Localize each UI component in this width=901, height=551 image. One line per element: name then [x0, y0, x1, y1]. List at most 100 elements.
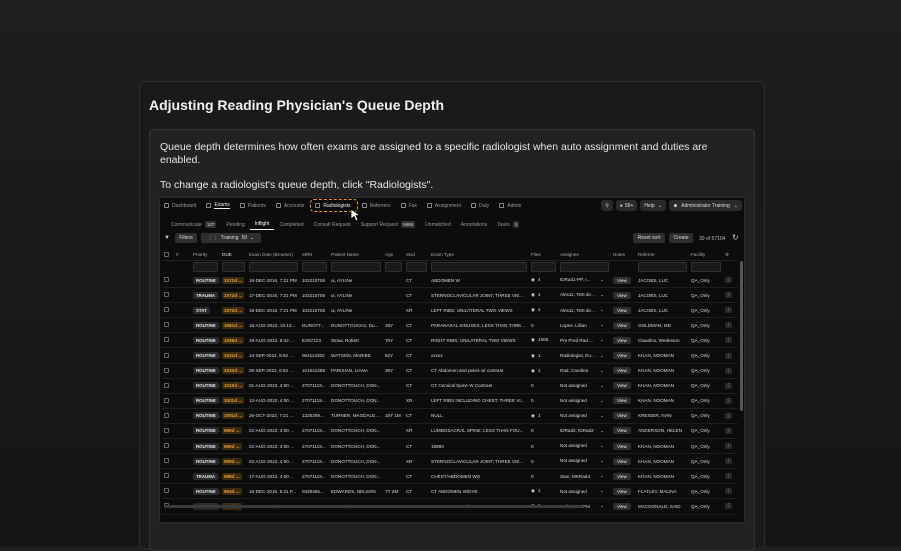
table-row[interactable]: ROUTINE 994d ... 16-DEC-2016, 8:21 P... 032… [162, 483, 738, 500]
eye-icon[interactable]: ◉ [531, 292, 535, 297]
assignee-cell[interactable]: Lopes, Lillian ⌄ [558, 317, 611, 334]
reset-sort-button[interactable]: Reset sort [633, 233, 665, 243]
assignee-cell[interactable]: Not assigned ⌄ [558, 393, 611, 409]
eye-icon[interactable]: ◉ [531, 307, 535, 312]
more-icon[interactable]: ⋮ [725, 292, 732, 299]
create-button[interactable]: Create [669, 233, 693, 243]
assignee-cell[interactable]: Radiologist, Eu... ⌄ [558, 347, 611, 364]
table-row[interactable]: ROUTINE 1055d ... 18-AUG-2022, 8:42 ... E3S… [162, 332, 738, 349]
help-button[interactable]: Help ⌄ [640, 200, 666, 211]
row-checkbox[interactable] [164, 412, 169, 418]
assignee-cell[interactable]: Not assigned ⌄ [558, 378, 611, 394]
view-button[interactable]: View [613, 487, 631, 495]
user-menu[interactable]: ☻ Administrator Training ⌄ [668, 200, 742, 211]
table-row[interactable]: TRAUMA 998d ... 17-AUG-2022, 4:00 ... 27071… [162, 468, 738, 485]
due-filter[interactable] [220, 261, 247, 274]
table-row[interactable]: STAT 1072d ... 18-DEC-2016, 7:21 PM 1022107… [162, 302, 738, 319]
tab-completed[interactable]: Completed [274, 220, 308, 230]
facility-filter[interactable] [689, 261, 723, 274]
more-icon[interactable]: ⋮ [725, 443, 732, 450]
assignee-cell[interactable]: Not assigned ⌄ [558, 483, 611, 500]
tab-inflight[interactable]: Inflight [249, 219, 275, 230]
search-button[interactable]: ⚲ [601, 200, 613, 211]
col-mod[interactable]: Mod [404, 249, 429, 261]
assignee-cell[interactable]: IDRad2, IDRad2 ⌄ [558, 423, 611, 440]
refresh-icon[interactable]: ↻ [732, 233, 739, 242]
vertical-scrollbar[interactable] [740, 261, 743, 411]
assignee-cell[interactable]: Rad, Carolina ⌄ [558, 363, 611, 379]
assignee-cell[interactable]: Not assigned ⌄ [558, 438, 611, 455]
more-icon[interactable]: ⋮ [725, 503, 732, 510]
view-button[interactable]: View [613, 397, 631, 405]
col-due[interactable]: DUE [220, 249, 247, 261]
table-row[interactable]: TRAUMA 1072d ... 17-DEC-2016, 7:21 PM 10221… [162, 287, 738, 304]
referrer-filter[interactable] [636, 261, 689, 274]
eye-icon[interactable]: ◉ [531, 368, 535, 373]
row-checkbox[interactable] [164, 277, 169, 283]
col-patient-name[interactable]: Patient Name [329, 249, 383, 261]
col-assignee[interactable]: Assignee [558, 249, 611, 261]
preset-dropdown[interactable]: ⋮⋮ Training 50 ⌄ [201, 233, 261, 243]
view-button[interactable]: View [613, 472, 631, 480]
table-row[interactable]: ROUTINE 1001d ... 26-OCT-2022, 7:21 ... 122… [162, 408, 738, 424]
assignee-cell[interactable]: Pre Prod Rad ... ⌄ [558, 332, 611, 349]
assignee-filter[interactable] [558, 261, 611, 274]
more-icon[interactable]: ⋮ [725, 352, 732, 359]
filter-clear-icon[interactable]: ▼ [164, 235, 170, 241]
priority-filter[interactable] [191, 261, 220, 274]
col-priority[interactable]: Priority [191, 249, 220, 261]
view-button[interactable]: View [613, 367, 631, 375]
select-all-checkbox[interactable] [162, 249, 174, 261]
row-checkbox[interactable] [164, 488, 169, 494]
row-checkbox[interactable] [164, 292, 169, 298]
table-row[interactable]: ROUTINE 1032d ... 28-SEP-2022, 6:52 ... 101… [162, 363, 738, 379]
more-icon[interactable]: ⋮ [725, 382, 732, 389]
more-icon[interactable]: ⋮ [725, 307, 732, 314]
age-filter[interactable] [383, 261, 404, 274]
more-icon[interactable]: ⋮ [725, 488, 732, 495]
table-row[interactable]: ROUTINE 1010d ... 01-AUG-2022, 4:00 ... 270… [162, 378, 738, 394]
table-row[interactable]: ROUTINE 1041d ... 14-SEP-2022, 8:52 ... 064… [162, 347, 738, 364]
nav-referrers[interactable]: Referrers [358, 198, 397, 213]
more-icon[interactable]: ⋮ [725, 367, 732, 374]
more-icon[interactable]: ⋮ [725, 397, 732, 404]
row-checkbox[interactable] [164, 443, 169, 449]
mrn-filter[interactable] [300, 261, 329, 274]
tab-annotations[interactable]: Annotations [456, 220, 492, 230]
nav-assignment[interactable]: Assignment [423, 198, 467, 213]
view-button[interactable]: View [613, 427, 631, 435]
eye-icon[interactable]: ◉ [531, 413, 535, 418]
assignee-cell[interactable]: Not assigned ⌄ [558, 453, 611, 470]
table-row[interactable]: ROUTINE 999d ... 22-AUG-2022, 4:00 ... 2707… [162, 423, 738, 440]
nav-admin[interactable]: Admin [495, 198, 527, 213]
eye-icon[interactable]: ◉ [531, 353, 535, 358]
eye-icon[interactable]: ◉ [531, 488, 535, 493]
assignee-cell[interactable]: Stan, MKRad3 ⌄ [558, 468, 611, 485]
nav-accounts[interactable]: Accounts [272, 198, 311, 213]
filters-button[interactable]: Filters [175, 233, 197, 243]
row-checkbox[interactable] [164, 397, 169, 403]
tab-communicate[interactable]: Communicate 137 [166, 220, 221, 230]
row-checkbox[interactable] [164, 473, 169, 479]
more-icon[interactable]: ⋮ [725, 473, 732, 480]
view-button[interactable]: View [613, 502, 631, 510]
more-icon[interactable]: ⋮ [725, 322, 732, 329]
nav-patients[interactable]: Patients [236, 198, 272, 213]
more-icon[interactable]: ⋮ [725, 337, 732, 344]
more-icon[interactable]: ⋮ [725, 427, 732, 434]
mod-filter[interactable] [404, 261, 429, 274]
view-button[interactable]: View [613, 442, 631, 450]
more-icon[interactable]: ⋮ [725, 277, 732, 284]
exam-type-filter[interactable] [429, 261, 529, 274]
row-checkbox[interactable] [164, 322, 169, 328]
view-button[interactable]: View [613, 276, 631, 284]
view-button[interactable]: View [613, 412, 631, 420]
row-checkbox[interactable] [164, 337, 169, 343]
view-button[interactable]: View [613, 382, 631, 390]
table-row[interactable]: ROUTINE 1001d ... 12-AUG-2022, 4:00 ... 270… [162, 393, 738, 409]
table-row[interactable]: ROUTINE 1061d ... 18-AUG-2022, 10:13... DUN… [162, 317, 738, 334]
col-referrer[interactable]: Referrer [636, 249, 689, 261]
row-checkbox[interactable] [164, 307, 169, 313]
assignee-cell[interactable]: Alex11, Test de... ⌄ [558, 287, 611, 304]
col-files[interactable]: Files [529, 249, 558, 261]
